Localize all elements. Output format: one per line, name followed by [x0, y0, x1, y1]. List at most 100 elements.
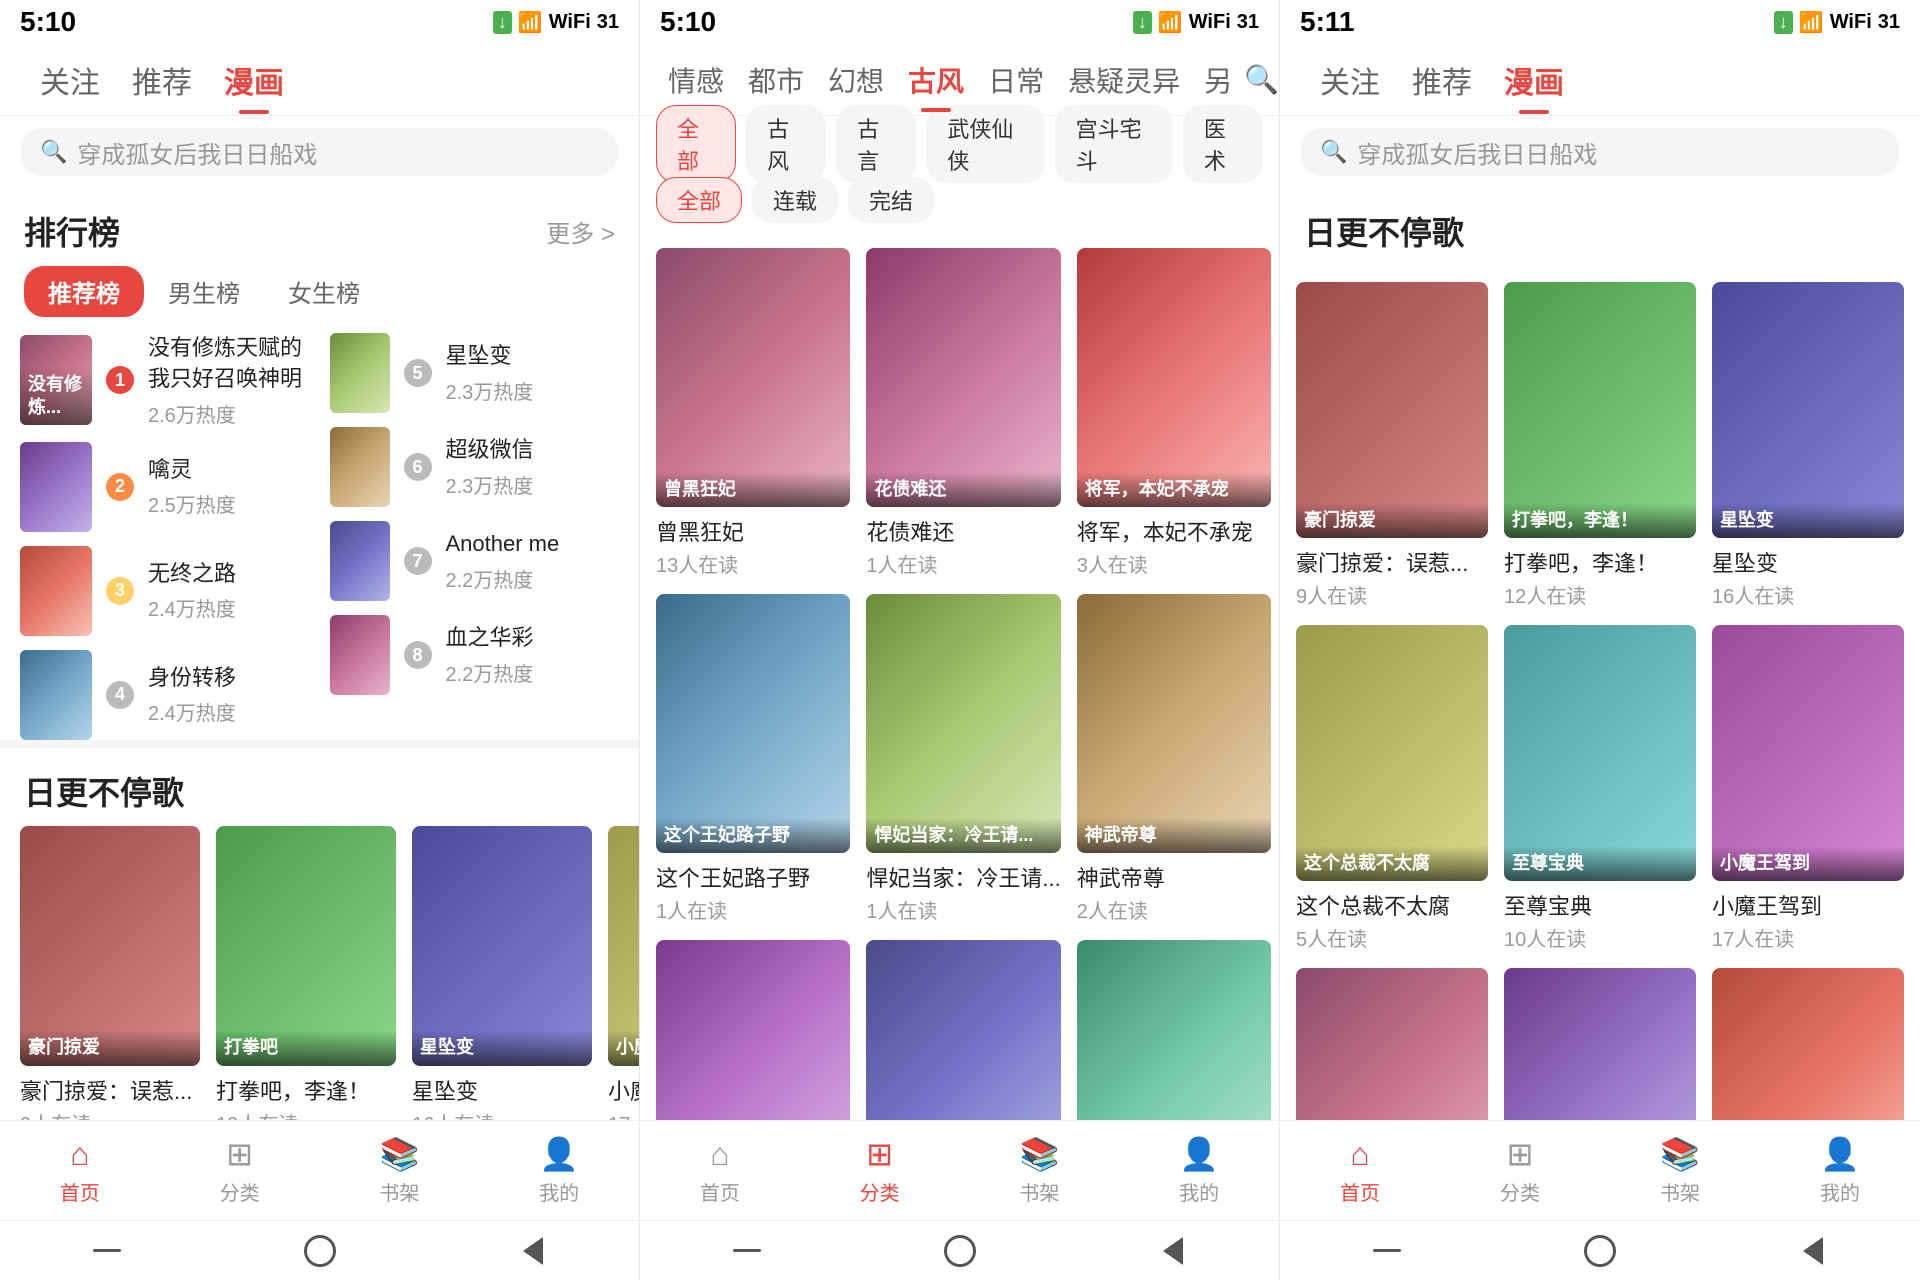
- sys-home-3[interactable]: [1576, 1227, 1624, 1275]
- manga-card-2-2[interactable]: 花债难还 花债难还 1人在读: [866, 248, 1060, 578]
- sys-menu-3[interactable]: [1363, 1227, 1411, 1275]
- search-icon-2[interactable]: 🔍: [1244, 63, 1279, 96]
- home-label-2: 首页: [700, 1177, 740, 1206]
- daily-card-1-2[interactable]: 打拳吧 打拳吧，李逢！ 12人在读: [216, 826, 396, 1120]
- filter-complete[interactable]: 完结: [848, 177, 934, 223]
- battery-icon-2: 31: [1237, 11, 1259, 34]
- sys-nav-1: [0, 1220, 639, 1280]
- rank-tab-recommend[interactable]: 推荐榜: [24, 266, 144, 317]
- daily-card-1-3[interactable]: 星坠变 星坠变 16人在读: [412, 826, 592, 1120]
- tab-daily[interactable]: 日常: [976, 52, 1056, 108]
- bottom-mine-3[interactable]: 👤 我的: [1760, 1135, 1920, 1206]
- mine-label-2: 我的: [1179, 1177, 1219, 1206]
- bottom-shelf-3[interactable]: 📚 书架: [1600, 1135, 1760, 1206]
- sys-home-1[interactable]: [296, 1227, 344, 1275]
- manga-card-2-7[interactable]: 祖宗嫁到：病娇魔... 祖宗嫁到：病娇魔... 2人在读: [656, 940, 850, 1120]
- filter-prose[interactable]: 古言: [836, 105, 916, 183]
- rank-item-6[interactable]: 6 超级微信 2.3万热度: [330, 427, 620, 507]
- daily-card-3-7[interactable]: 新狙门 新狙门 14人在读: [1296, 968, 1488, 1120]
- daily-card-3-6[interactable]: 小魔王驾到 小魔王驾到 17人在读: [1712, 625, 1904, 952]
- daily-thumb-3-5: 至尊宝典: [1504, 625, 1696, 881]
- filter-medicine[interactable]: 医术: [1183, 105, 1263, 183]
- sys-back-2[interactable]: [1149, 1227, 1197, 1275]
- nav-tabs-2: 情感 都市 幻想 古风 日常 悬疑灵异 另 🔍: [640, 44, 1279, 116]
- manga-card-2-9[interactable]: 摄政王是病娇，得... 摄政王是病娇，得... 5人在读: [1077, 940, 1271, 1120]
- tab-fantasy[interactable]: 幻想: [816, 52, 896, 108]
- daily-card-3-3[interactable]: 星坠变 星坠变 16人在读: [1712, 282, 1904, 609]
- rank-info-1: 没有修炼天赋的我只好召唤神明 2.6万热度: [148, 333, 310, 428]
- daily-card-1-4[interactable]: 小魔王 小魔王驾到 17人在读: [608, 826, 639, 1120]
- bottom-home-2[interactable]: ⌂ 首页: [640, 1136, 800, 1206]
- rank-tab-female[interactable]: 女生榜: [264, 266, 384, 317]
- bottom-category-3[interactable]: ⊞ 分类: [1440, 1135, 1600, 1206]
- rank-item-3[interactable]: 3 无终之路 2.4万热度: [20, 546, 310, 636]
- manga-card-2-8[interactable]: 报告摄政王：大佬... 报告摄政王：大佬... 3人在读: [866, 940, 1060, 1120]
- sys-menu-2[interactable]: [723, 1227, 771, 1275]
- tab-manga-3[interactable]: 漫画: [1488, 50, 1580, 110]
- filter-all-2[interactable]: 全部: [656, 177, 742, 223]
- filter-ancient[interactable]: 古风: [746, 105, 826, 183]
- rank-item-1[interactable]: 没有修炼... 1 没有修炼天赋的我只好召唤神明 2.6万热度: [20, 333, 310, 428]
- tab-mystery[interactable]: 悬疑灵异: [1056, 52, 1192, 108]
- tab-ancient[interactable]: 古风: [896, 52, 976, 108]
- tab-follow-3[interactable]: 关注: [1304, 50, 1396, 110]
- rank-item-7[interactable]: 7 Another me 2.2万热度: [330, 521, 620, 601]
- daily-card-readers-1-4: 17人在读: [608, 1108, 639, 1120]
- rank-item-2[interactable]: 2 噙灵 2.5万热度: [20, 442, 310, 532]
- tab-manga-1[interactable]: 漫画: [208, 50, 300, 110]
- daily-card-3-1[interactable]: 豪门掠爱 豪门掠爱：误惹... 9人在读: [1296, 282, 1488, 609]
- search-wrap-3[interactable]: 🔍 穿成孤女后我日日船戏: [1300, 128, 1900, 176]
- daily-card-1-1[interactable]: 豪门掠爱 豪门掠爱：误惹... 9人在读: [20, 826, 200, 1120]
- bottom-shelf-2[interactable]: 📚 书架: [960, 1135, 1120, 1206]
- manga-card-2-4[interactable]: 这个王妃路子野 这个王妃路子野 1人在读: [656, 594, 850, 924]
- rank-item-5[interactable]: 5 星坠变 2.3万热度: [330, 333, 620, 413]
- daily-card-3-9[interactable]: 你的世界 你的世界 7人在读: [1712, 968, 1904, 1120]
- daily-thumb-1-3: 星坠变: [412, 826, 592, 1066]
- download-icon-3: ↓: [1774, 11, 1793, 34]
- manga-card-2-3[interactable]: 将军，本妃不承宠 将军，本妃不承宠 3人在读: [1077, 248, 1271, 578]
- rank-thumb-6: [330, 427, 390, 507]
- filter-all-1[interactable]: 全部: [656, 105, 736, 183]
- rank-num-8: 8: [404, 641, 432, 669]
- manga-title-2-4: 这个王妃路子野: [656, 861, 850, 893]
- sys-back-1[interactable]: [509, 1227, 557, 1275]
- manga-card-2-5[interactable]: 悍妃当家：冷王请... 悍妃当家：冷王请... 1人在读: [866, 594, 1060, 924]
- bottom-shelf-1[interactable]: 📚 书架: [320, 1135, 480, 1206]
- manga-thumb-2-7: 祖宗嫁到：病娇魔...: [656, 940, 850, 1120]
- bottom-category-1[interactable]: ⊞ 分类: [160, 1135, 320, 1206]
- sys-menu-1[interactable]: [83, 1227, 131, 1275]
- daily-card-3-8[interactable]: 不幸酒吧 不幸酒吧 24人在读: [1504, 968, 1696, 1120]
- search-wrap-1[interactable]: 🔍 穿成孤女后我日日船戏: [20, 128, 619, 176]
- sys-back-3[interactable]: [1789, 1227, 1837, 1275]
- tab-more[interactable]: 另: [1192, 52, 1244, 108]
- rank-item-8[interactable]: 8 血之华彩 2.2万热度: [330, 615, 620, 695]
- tab-urban[interactable]: 都市: [736, 52, 816, 108]
- manga-grid-2: 曾黑狂妃 曾黑狂妃 13人在读 花债难还 花债难还 1人在读 将军，本妃不承宠 …: [640, 232, 1279, 1120]
- rank-info-2: 噙灵 2.5万热度: [148, 455, 310, 519]
- home-icon-2: ⌂: [710, 1136, 729, 1173]
- daily-card-3-5[interactable]: 至尊宝典 至尊宝典 10人在读: [1504, 625, 1696, 952]
- filter-martial[interactable]: 武侠仙侠: [926, 105, 1044, 183]
- manga-card-2-6[interactable]: 神武帝尊 神武帝尊 2人在读: [1077, 594, 1271, 924]
- bottom-mine-2[interactable]: 👤 我的: [1119, 1135, 1279, 1206]
- ranking-more[interactable]: 更多 >: [546, 214, 615, 249]
- tab-recommend-3[interactable]: 推荐: [1396, 50, 1488, 110]
- tab-follow-1[interactable]: 关注: [24, 50, 116, 110]
- bottom-category-2[interactable]: ⊞ 分类: [800, 1135, 960, 1206]
- filter-palace[interactable]: 宫斗宅斗: [1055, 105, 1173, 183]
- rank-name-8: 血之华彩: [446, 623, 620, 654]
- daily-card-3-2[interactable]: 打拳吧，李逢！ 打拳吧，李逢！ 12人在读: [1504, 282, 1696, 609]
- rank-tab-male[interactable]: 男生榜: [144, 266, 264, 317]
- sys-home-2[interactable]: [936, 1227, 984, 1275]
- daily-card-3-4[interactable]: 这个总裁不太腐 这个总裁不太腐 5人在读: [1296, 625, 1488, 952]
- bottom-home-1[interactable]: ⌂ 首页: [0, 1136, 160, 1206]
- rank-item-4[interactable]: 4 身份转移 2.4万热度: [20, 650, 310, 740]
- filter-ongoing[interactable]: 连载: [752, 177, 838, 223]
- rank-name-7: Another me: [446, 529, 620, 560]
- daily-thumb-3-7: 新狙门: [1296, 968, 1488, 1120]
- bottom-mine-1[interactable]: 👤 我的: [479, 1135, 639, 1206]
- bottom-home-3[interactable]: ⌂ 首页: [1280, 1136, 1440, 1206]
- tab-recommend-1[interactable]: 推荐: [116, 50, 208, 110]
- tab-emotion[interactable]: 情感: [656, 52, 736, 108]
- manga-card-2-1[interactable]: 曾黑狂妃 曾黑狂妃 13人在读: [656, 248, 850, 578]
